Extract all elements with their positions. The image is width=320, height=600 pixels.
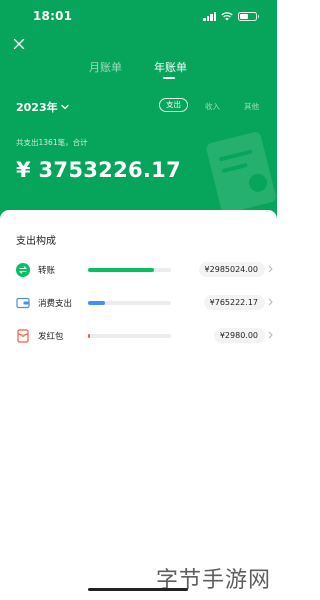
- battery-icon: [238, 11, 259, 21]
- filter-income-button[interactable]: 收入: [205, 101, 220, 112]
- breakdown-row-label: 消费支出: [38, 299, 73, 309]
- status-time: 18:01: [33, 9, 73, 23]
- red-packet-icon: [17, 329, 29, 343]
- tab-annual-bill[interactable]: 年账单: [154, 59, 187, 75]
- breakdown-row-label: 转账: [38, 266, 56, 276]
- breakdown-row-red-packet[interactable]: 发红包 ¥2980.00: [0, 325, 277, 349]
- expense-summary-label: 共支出1361笔，合计: [16, 138, 88, 147]
- breakdown-row-transfer[interactable]: 转账 ¥2985024.00: [0, 259, 277, 283]
- progress-track: [88, 334, 171, 338]
- chevron-right-icon: [268, 265, 273, 273]
- cellular-signal-icon: [203, 11, 216, 21]
- expense-total-amount: ¥ 3753226.17: [16, 158, 182, 182]
- chevron-right-icon: [268, 298, 273, 306]
- receipt-decoration-icon: [206, 132, 276, 214]
- progress-fill: [88, 301, 105, 305]
- year-selector-label: 2023年: [16, 101, 58, 114]
- home-indicator[interactable]: [88, 588, 188, 591]
- wifi-icon: [221, 11, 233, 20]
- chevron-right-icon: [268, 331, 273, 339]
- breakdown-title: 支出构成: [16, 236, 56, 247]
- progress-track: [88, 301, 171, 305]
- progress-fill: [88, 268, 155, 272]
- breakdown-amount: ¥765222.17: [203, 295, 265, 310]
- filter-other-button[interactable]: 其他: [244, 101, 259, 112]
- wallet-icon: [16, 297, 30, 309]
- year-selector[interactable]: 2023年: [16, 99, 69, 115]
- chevron-down-icon: [60, 104, 69, 110]
- annual-bill-header: 18:01 月账单 年账单 2023年 支出 收入 其他 共支出1361笔，合计…: [0, 0, 277, 226]
- close-icon[interactable]: [11, 36, 27, 52]
- expense-breakdown-card: 支出构成 转账 ¥2985024.00 消费支出 ¥765222.17 发红包 …: [0, 210, 277, 600]
- transfer-icon: [16, 263, 30, 277]
- breakdown-amount: ¥2985024.00: [198, 262, 265, 277]
- tab-monthly-bill[interactable]: 月账单: [89, 59, 122, 75]
- progress-fill: [88, 334, 91, 338]
- filter-expense-button[interactable]: 支出: [159, 98, 188, 112]
- breakdown-amount: ¥2980.00: [213, 328, 265, 343]
- breakdown-row-label: 发红包: [38, 332, 64, 342]
- breakdown-row-consumption[interactable]: 消费支出 ¥765222.17: [0, 292, 277, 316]
- active-tab-indicator: [163, 77, 175, 79]
- status-icons: [203, 11, 259, 21]
- bill-period-tabs: 月账单 年账单: [0, 59, 277, 81]
- status-bar: 18:01: [0, 0, 277, 30]
- progress-track: [88, 268, 171, 272]
